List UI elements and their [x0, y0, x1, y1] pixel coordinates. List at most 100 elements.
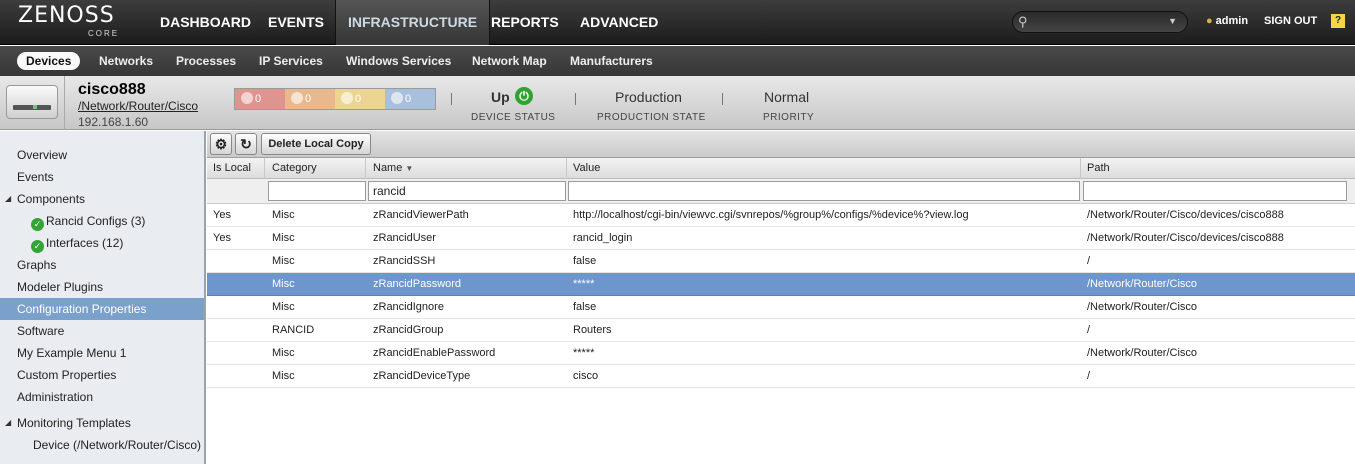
username: admin [1215, 15, 1249, 27]
cell-value: Routers [573, 324, 612, 336]
sidebar-item-modeler-plugins[interactable]: Modeler Plugins [0, 276, 204, 298]
nav-advanced[interactable]: ADVANCED [568, 0, 670, 45]
cell-value: ***** [573, 278, 595, 290]
cell-category: Misc [272, 232, 295, 244]
cell-category: Misc [272, 370, 295, 382]
cell-path: / [1087, 324, 1091, 336]
production-state-value[interactable]: Production [615, 89, 682, 105]
user-icon: ● [1206, 15, 1213, 27]
cell-path: /Network/Router/Cisco/devices/cisco888 [1087, 232, 1284, 244]
event-critical[interactable]: 0 [235, 89, 285, 109]
value-filter-input[interactable] [568, 181, 1080, 201]
sidebar-item-administration[interactable]: Administration [0, 386, 204, 408]
event-error[interactable]: 0 [285, 89, 335, 109]
search-icon: ⚲ [1018, 14, 1028, 29]
sidebar-item-device-template[interactable]: Device (/Network/Router/Cisco) [0, 434, 204, 456]
sidebar-item-software[interactable]: Software [0, 320, 204, 342]
user-menu[interactable]: ● admin [1206, 15, 1248, 27]
cell-is-local [207, 296, 265, 318]
column-header-is-local[interactable]: Is Local [207, 158, 265, 179]
column-header-category[interactable]: Category [266, 158, 366, 179]
nav-events[interactable]: EVENTS [256, 0, 336, 45]
sidebar-item-graphs[interactable]: Graphs [0, 254, 204, 276]
subnav-ip-services[interactable]: IP Services [259, 53, 323, 69]
device-ip: 192.168.1.60 [78, 115, 149, 129]
search-box[interactable]: ⚲ ▼ [1012, 11, 1188, 33]
nav-infrastructure[interactable]: INFRASTRUCTURE [335, 0, 491, 45]
cell-category: Misc [272, 278, 295, 290]
cell-is-local: Yes [213, 232, 231, 244]
help-icon[interactable]: ? [1331, 14, 1345, 28]
sidebar-item-custom-properties[interactable]: Custom Properties [0, 364, 204, 386]
event-warning[interactable]: 0 [335, 89, 385, 109]
delete-local-copy-button[interactable]: Delete Local Copy [261, 133, 371, 155]
sidebar-item-overview[interactable]: Overview [0, 144, 204, 166]
sidebar-item-interfaces[interactable]: ✓ Interfaces (12) [0, 232, 204, 254]
sidebar-item-monitoring-templates[interactable]: ◢ Monitoring Templates [0, 412, 204, 434]
gear-icon[interactable]: ⚙ [210, 133, 232, 155]
nav-reports[interactable]: REPORTS [479, 0, 571, 45]
refresh-icon[interactable]: ↻ [235, 133, 257, 155]
cell-is-local: Yes [213, 209, 231, 221]
cell-value: false [573, 301, 597, 313]
expand-triangle-icon[interactable]: ◢ [5, 188, 11, 210]
sub-nav-bar: Devices Networks Processes IP Services W… [0, 46, 1355, 76]
column-header-value[interactable]: Value [567, 158, 1081, 179]
cell-name: zRancidUser [373, 232, 436, 244]
event-rainbow[interactable]: 0 0 0 0 [234, 88, 436, 110]
sidebar-item-events[interactable]: Events [0, 166, 204, 188]
table-row[interactable]: Misc zRancidDeviceType cisco / [207, 365, 1355, 388]
error-icon [291, 92, 303, 104]
device-name: cisco888 [78, 81, 146, 98]
chevron-down-icon[interactable]: ▼ [1168, 16, 1177, 26]
sidebar-item-my-example-menu[interactable]: My Example Menu 1 [0, 342, 204, 364]
subnav-manufacturers[interactable]: Manufacturers [570, 53, 653, 69]
status-ok-icon: ✓ [31, 218, 44, 231]
cell-category: Misc [272, 347, 295, 359]
configuration-properties-grid: Is Local Category Name ▼ Value Path ranc… [207, 158, 1355, 464]
cell-value: http://localhost/cgi-bin/viewvc.cgi/svnr… [573, 209, 969, 221]
sidebar-item-label: Components [17, 192, 86, 206]
subnav-network-map[interactable]: Network Map [472, 53, 547, 69]
divider [64, 76, 65, 130]
expand-triangle-icon[interactable]: ◢ [5, 412, 11, 434]
cell-is-local [207, 273, 265, 295]
subnav-processes[interactable]: Processes [176, 53, 236, 69]
event-warning-count: 0 [355, 93, 362, 105]
device-class-link[interactable]: /Network/Router/Cisco [78, 99, 198, 113]
subnav-devices[interactable]: Devices [17, 52, 81, 70]
cell-value: ***** [573, 347, 595, 359]
power-icon: ⏻ [515, 87, 533, 105]
sidebar-item-components[interactable]: ◢ Components [0, 188, 204, 210]
cell-name: zRancidIgnore [373, 301, 444, 313]
column-header-path[interactable]: Path [1081, 158, 1355, 179]
sign-out-link[interactable]: SIGN OUT [1264, 15, 1317, 27]
divider [722, 93, 723, 105]
cell-category: Misc [272, 301, 295, 313]
table-row[interactable]: Misc zRancidSSH false / [207, 250, 1355, 273]
sidebar-item-label: Monitoring Templates [17, 416, 131, 430]
table-row[interactable]: Yes Misc zRancidUser rancid_login /Netwo… [207, 227, 1355, 250]
table-row[interactable]: Yes Misc zRancidViewerPath http://localh… [207, 204, 1355, 227]
table-row[interactable]: RANCID zRancidGroup Routers / [207, 319, 1355, 342]
subnav-networks[interactable]: Networks [99, 53, 153, 69]
table-row[interactable]: Misc zRancidIgnore false /Network/Router… [207, 296, 1355, 319]
priority-value[interactable]: Normal [764, 89, 809, 105]
event-info[interactable]: 0 [385, 89, 435, 109]
zenoss-logo[interactable]: ZENOSS CORE [18, 4, 117, 39]
sort-desc-icon: ▼ [405, 164, 414, 173]
subnav-windows-services[interactable]: Windows Services [346, 53, 451, 69]
path-filter-input[interactable] [1083, 181, 1347, 201]
cell-is-local [207, 365, 265, 387]
cell-category: RANCID [272, 324, 315, 336]
cell-path: /Network/Router/Cisco [1087, 278, 1198, 290]
sidebar-item-configuration-properties[interactable]: Configuration Properties [0, 298, 204, 320]
table-row-selected[interactable]: Misc zRancidPassword ***** /Network/Rout… [207, 273, 1355, 296]
table-row[interactable]: Misc zRancidEnablePassword ***** /Networ… [207, 342, 1355, 365]
category-filter-input[interactable] [268, 181, 366, 201]
sidebar-item-rancid-configs[interactable]: ✓ Rancid Configs (3) [0, 210, 204, 232]
cell-name: zRancidEnablePassword [373, 347, 496, 359]
name-filter-input[interactable]: rancid [368, 181, 566, 201]
nav-dashboard[interactable]: DASHBOARD [148, 0, 263, 45]
column-header-name[interactable]: Name ▼ [367, 158, 567, 179]
